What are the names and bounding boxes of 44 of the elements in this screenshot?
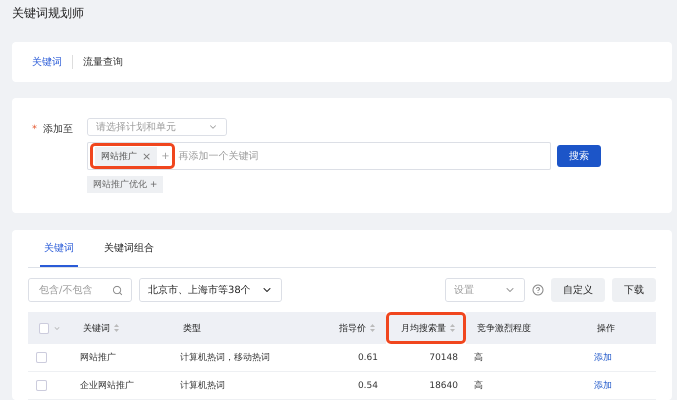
filter-box[interactable]: 包含/不包含 xyxy=(28,278,132,302)
toolbar-button[interactable]: 自定义 xyxy=(551,278,605,302)
table-cell: 0.54 xyxy=(358,380,378,390)
table-cell-text: 企业网站推广 xyxy=(80,380,134,392)
search-button[interactable]: 搜索 xyxy=(557,145,601,167)
checkbox[interactable] xyxy=(36,352,47,363)
tag-label: 网站推广 xyxy=(101,150,137,162)
table-cell: 18640 xyxy=(429,380,458,390)
suggestion-chip[interactable]: 网站推广优化 + xyxy=(87,176,164,193)
tab[interactable]: 关键词组合 xyxy=(100,230,158,267)
remove-tag-button[interactable]: × xyxy=(142,150,152,162)
input-placeholder: 再添加一个关键词 xyxy=(178,150,259,163)
table-cell-text: 网站推广 xyxy=(80,352,116,364)
field-label: 添加至 xyxy=(43,122,73,136)
table-cell-text: 高 xyxy=(474,380,483,392)
table-cell: 0.61 xyxy=(358,352,378,362)
add-link[interactable]: 添加 xyxy=(594,379,612,392)
page-title: 关键词规划师 xyxy=(12,5,85,22)
column-header: 竞争激烈程度 xyxy=(477,322,531,334)
search-icon xyxy=(112,284,123,296)
tab[interactable]: 关键词 xyxy=(32,55,72,69)
region-select[interactable]: 北京市、上海市等38个 xyxy=(139,278,282,302)
checkbox[interactable] xyxy=(36,380,47,391)
table-cell-text: 计算机热词 xyxy=(180,380,225,392)
table-cell-text: 计算机热词，移动热词 xyxy=(180,352,270,364)
column-header: 指导价 xyxy=(339,322,366,334)
sort-icon[interactable] xyxy=(114,324,119,332)
sort-icon[interactable] xyxy=(370,324,375,332)
column-header: 操作 xyxy=(597,322,615,334)
column-header: 关键词 xyxy=(83,322,110,334)
table-cell: 70148 xyxy=(429,352,458,362)
tab[interactable]: 关键词 xyxy=(40,230,78,267)
add-hint: + xyxy=(161,150,170,162)
checkbox[interactable] xyxy=(39,322,49,334)
required-mark: * xyxy=(32,124,37,134)
column-header: 月均搜索量 xyxy=(401,322,446,334)
toolbar-button[interactable]: 下载 xyxy=(612,278,656,302)
keyword-input[interactable]: 网站推广 × + 再添加一个关键词 xyxy=(87,142,551,170)
sort-icon[interactable] xyxy=(450,324,455,332)
add-link[interactable]: 添加 xyxy=(594,351,612,364)
tab[interactable]: 流量查询 xyxy=(72,55,133,69)
table-cell-text: 高 xyxy=(474,352,483,364)
help-icon[interactable] xyxy=(532,284,544,296)
column-header: 类型 xyxy=(183,322,201,334)
